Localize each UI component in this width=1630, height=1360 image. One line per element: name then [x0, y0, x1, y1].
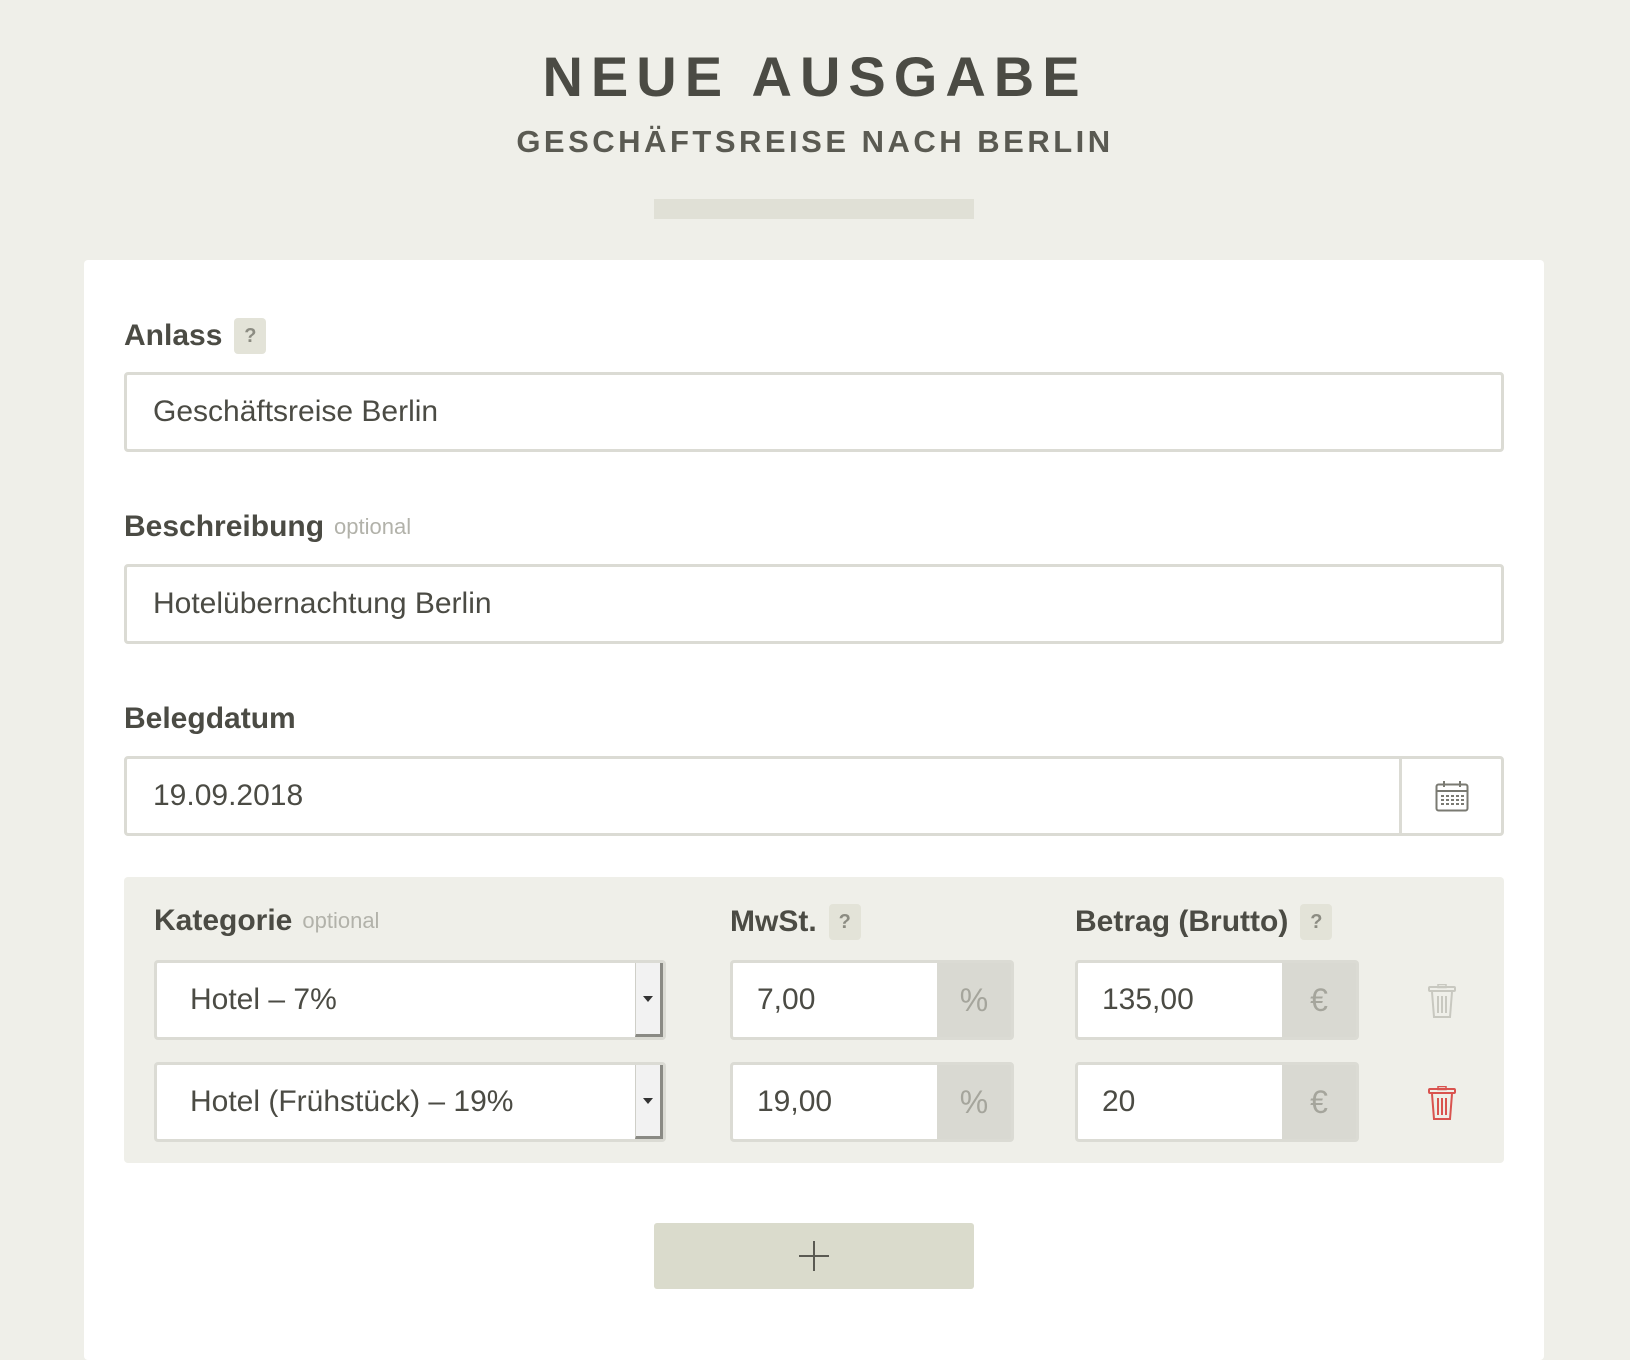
belegdatum-label-text: Belegdatum — [124, 702, 296, 735]
kategorie-select[interactable]: Hotel (Frühstück) – 19% — [154, 1062, 666, 1142]
anlass-label: Anlass ? — [124, 318, 267, 354]
header-divider — [654, 199, 974, 219]
mwst-input-group[interactable]: 7,00 % — [730, 960, 1014, 1040]
kategorie-select[interactable]: Hotel – 7% — [154, 960, 666, 1040]
anlass-label-text: Anlass — [124, 319, 223, 352]
calendar-icon — [1435, 781, 1468, 812]
betrag-label-text: Betrag (Brutto) — [1075, 905, 1289, 938]
mwst-input-group[interactable]: 19,00 % — [730, 1062, 1014, 1142]
belegdatum-label: Belegdatum — [124, 702, 296, 736]
mwst-help-icon[interactable]: ? — [828, 904, 861, 940]
betrag-label: Betrag (Brutto) ? — [1075, 904, 1333, 940]
betrag-input[interactable]: 20 — [1078, 1065, 1282, 1139]
euro-addon: € — [1310, 1083, 1328, 1120]
beschreibung-input[interactable] — [127, 567, 1501, 641]
anlass-field[interactable] — [124, 372, 1504, 452]
kategorie-label-text: Kategorie — [154, 904, 293, 937]
kategorie-selected-value: Hotel – 7% — [190, 983, 337, 1016]
beschreibung-label: Beschreibung optional — [124, 510, 411, 544]
page-subtitle: GESCHÄFTSREISE NACH BERLIN — [516, 124, 1114, 159]
betrag-input[interactable]: 135,00 — [1078, 963, 1282, 1037]
betrag-input-group[interactable]: 135,00 € — [1075, 960, 1359, 1040]
trash-icon[interactable] — [1428, 984, 1456, 1018]
beschreibung-label-text: Beschreibung — [124, 510, 325, 543]
percent-addon: % — [959, 1083, 989, 1120]
kategorie-label: Kategorie optional — [154, 904, 379, 938]
chevron-down-icon[interactable] — [635, 963, 663, 1037]
chevron-down-icon[interactable] — [635, 1065, 663, 1139]
anlass-help-icon[interactable]: ? — [234, 318, 267, 354]
kategorie-selected-value: Hotel (Frühstück) – 19% — [190, 1085, 514, 1118]
kategorie-optional-hint: optional — [302, 908, 380, 933]
mwst-input[interactable]: 19,00 — [733, 1065, 937, 1139]
mwst-label-text: MwSt. — [730, 905, 817, 938]
euro-addon: € — [1310, 981, 1328, 1018]
trash-icon[interactable] — [1428, 1086, 1456, 1120]
anlass-input[interactable] — [127, 375, 1501, 449]
add-item-button[interactable] — [654, 1223, 974, 1289]
betrag-help-icon[interactable]: ? — [1300, 904, 1333, 940]
page-title: NEUE AUSGABE — [542, 45, 1088, 108]
beschreibung-field[interactable] — [124, 564, 1504, 644]
plus-icon — [799, 1241, 829, 1271]
beschreibung-optional-hint: optional — [334, 514, 412, 539]
mwst-input[interactable]: 7,00 — [733, 963, 937, 1037]
percent-addon: % — [959, 981, 989, 1018]
calendar-button[interactable] — [1399, 759, 1501, 833]
belegdatum-input[interactable] — [127, 759, 1397, 833]
belegdatum-field[interactable] — [124, 756, 1504, 836]
mwst-label: MwSt. ? — [730, 904, 861, 940]
betrag-input-group[interactable]: 20 € — [1075, 1062, 1359, 1142]
